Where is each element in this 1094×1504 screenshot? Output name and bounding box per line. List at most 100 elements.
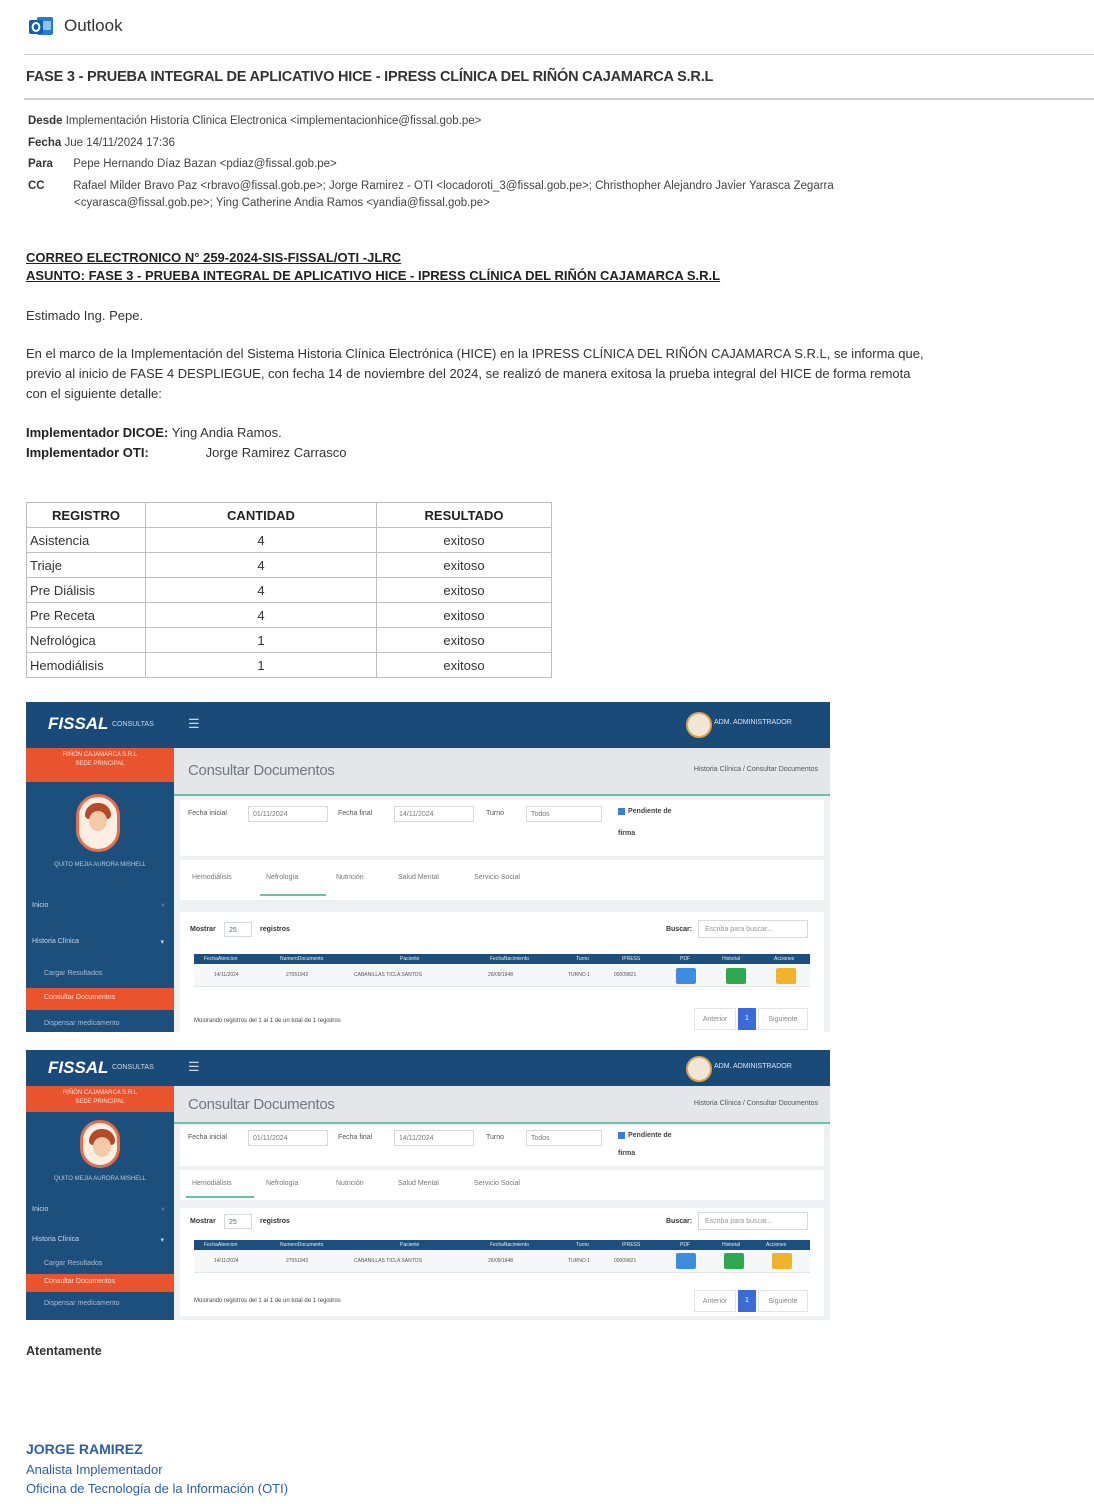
prev-page-button[interactable]: Anterior <box>694 1008 736 1030</box>
tab-servicio-social[interactable]: Servicio Social <box>474 874 520 881</box>
mostrar-label: Mostrar <box>190 1218 216 1225</box>
main-content: Consultar Documentos Historia Clínica / … <box>174 1086 830 1320</box>
closing-text: Atentamente <box>26 1344 102 1358</box>
breadcrumb[interactable]: Historia Clínica / Consultar Documentos <box>694 766 818 773</box>
active-tab-indicator <box>260 894 326 896</box>
next-page-button[interactable]: Siguiente <box>758 1008 808 1030</box>
sidebar-user-name: QUITO MEJIA AURORA MISHELL <box>54 862 146 868</box>
hamburger-icon[interactable]: ☰ <box>188 716 200 732</box>
sidebar-item-label: Consultar Documentos <box>44 1278 116 1285</box>
acciones-button[interactable] <box>772 1253 792 1269</box>
cc-row: CC Rafael Milder Bravo Paz <rbravo@fissa… <box>28 180 834 192</box>
fecha-final-input[interactable]: 14/11/2024 <box>394 806 474 822</box>
chevron-down-icon: ▾ <box>160 939 164 946</box>
breadcrumb[interactable]: Historia Clínica / Consultar Documentos <box>694 1100 818 1107</box>
tab-nutricion[interactable]: Nutrición <box>336 874 364 881</box>
hamburger-icon[interactable]: ☰ <box>188 1059 200 1075</box>
sidebar-item-label: Inicio <box>32 1206 49 1213</box>
documents-table-header: FechaAtencion NumeroDocumento Paciente F… <box>194 954 810 964</box>
tab-nefrologia[interactable]: Nefrología <box>266 874 298 881</box>
current-page-button[interactable]: 1 <box>738 1290 756 1312</box>
turno-select[interactable]: Todos <box>526 1130 602 1146</box>
sidebar-item-inicio[interactable]: Inicio › <box>32 1206 170 1213</box>
next-page-button[interactable]: Siguiente <box>758 1290 808 1312</box>
col-fecha-nacimiento: FechaNacimiento <box>490 956 529 962</box>
to-value[interactable]: Pepe Hernando Díaz Bazan <pdiaz@fissal.g… <box>73 158 337 170</box>
cell-resultado: exitoso <box>376 627 552 653</box>
cc-value-line2[interactable]: <cyarasca@fissal.gob.pe>; Ying Catherine… <box>74 197 490 209</box>
pendiente-checkbox[interactable] <box>618 808 625 815</box>
col-cantidad: CANTIDAD <box>145 502 377 528</box>
app-topbar: FISSAL CONSULTAS ☰ ADM. ADMINISTRADOR <box>26 1050 830 1086</box>
cell-documento: 27051942 <box>286 1258 309 1264</box>
sidebar-item-label: Consultar Documentos <box>44 994 116 1001</box>
to-row: Para Pepe Hernando Díaz Bazan <pdiaz@fis… <box>28 158 337 170</box>
tab-nutricion[interactable]: Nutrición <box>336 1180 364 1187</box>
acciones-button[interactable] <box>776 968 796 984</box>
current-page-button[interactable]: 1 <box>738 1008 756 1030</box>
cell-paciente: CABANILLAS TICLA SANTOS <box>354 972 422 978</box>
cell-paciente: CABANILLAS TICLA SANTOS <box>354 1258 422 1264</box>
col-ipress: IPRESS <box>622 1242 641 1248</box>
sidebar-item-dispensar[interactable]: Dispensar medicamento <box>44 1020 119 1027</box>
table-row: Pre Receta 4 exitoso <box>26 602 552 628</box>
col-fecha-atencion: FechaAtencion <box>204 956 238 962</box>
sidebar-item-label: Historia Clínica <box>32 938 80 945</box>
fecha-inicial-input[interactable]: 01/11/2024 <box>248 1130 328 1146</box>
historial-button[interactable] <box>724 1253 744 1269</box>
from-label: Desde <box>28 115 63 127</box>
tab-salud-mental[interactable]: Salud Mental <box>398 1180 439 1187</box>
signature-office: Oficina de Tecnología de la Información … <box>26 1481 289 1496</box>
cell-resultado: exitoso <box>376 527 552 553</box>
pendiente-checkbox[interactable] <box>618 1132 625 1139</box>
signature-role: Analista Implementador <box>26 1462 163 1477</box>
sidebar-item-label: Historia Clínica <box>32 1236 80 1243</box>
tab-hemodialisis[interactable]: Hemodiálisis <box>192 1180 232 1187</box>
historial-button[interactable] <box>726 968 746 984</box>
tab-salud-mental[interactable]: Salud Mental <box>398 874 439 881</box>
embedded-screenshot-1: FISSAL CONSULTAS ☰ ADM. ADMINISTRADOR RI… <box>26 702 830 1032</box>
page-size-select[interactable]: 25 <box>224 922 252 937</box>
title-bar: Consultar Documentos Historia Clínica / … <box>174 748 830 796</box>
turno-select[interactable]: Todos <box>526 806 602 822</box>
tab-hemodialisis[interactable]: Hemodiálisis <box>192 874 232 881</box>
fecha-inicial-input[interactable]: 01/11/2024 <box>248 806 328 822</box>
pdf-button[interactable] <box>676 1253 696 1269</box>
page-size-select[interactable]: 25 <box>224 1214 252 1229</box>
sidebar-item-inicio[interactable]: Inicio › <box>32 902 170 909</box>
implementer-oti: Implementador OTI: Jorge Ramirez Carrasc… <box>26 445 347 460</box>
prev-page-button[interactable]: Anterior <box>694 1290 736 1312</box>
sidebar-item-cargar-resultados[interactable]: Cargar Resultados <box>44 1260 102 1267</box>
sidebar-item-historia-clinica[interactable]: Historia Clínica ▾ <box>32 1236 170 1244</box>
header-divider <box>24 54 1094 55</box>
tab-servicio-social[interactable]: Servicio Social <box>474 1180 520 1187</box>
col-fecha-atencion: FechaAtencion <box>204 1242 238 1248</box>
cell-documento: 27051942 <box>286 972 309 978</box>
sidebar: RIÑÓN CAJAMARCA S.R.L SEDE PRINCIPAL QUI… <box>26 1086 174 1320</box>
cell-turno: TURNO 1 <box>568 1258 590 1264</box>
col-numero-documento: NumeroDocumento <box>280 956 324 962</box>
email-subject: FASE 3 - PRUEBA INTEGRAL DE APLICATIVO H… <box>26 69 714 85</box>
cell-nacimiento: 26/09/1948 <box>488 1258 514 1264</box>
sidebar-item-consultar-documentos[interactable]: Consultar Documentos <box>26 1274 174 1292</box>
col-fecha-nacimiento: FechaNacimiento <box>490 1242 529 1248</box>
registros-label: registros <box>260 926 290 933</box>
from-value[interactable]: Implementación Historia Clinica Electron… <box>66 115 482 127</box>
documents-table-header: FechaAtencion NumeroDocumento Paciente F… <box>194 1240 810 1250</box>
sidebar-item-cargar-resultados[interactable]: Cargar Resultados <box>44 970 102 977</box>
cell-cantidad: 4 <box>145 577 377 603</box>
cell-registro: Pre Diálisis <box>26 577 146 603</box>
pdf-button[interactable] <box>676 968 696 984</box>
col-historial: Historial <box>722 1242 741 1248</box>
sidebar-item-dispensar[interactable]: Dispensar medicamento <box>44 1300 119 1307</box>
sidebar-item-consultar-documentos[interactable]: Consultar Documentos <box>26 988 174 1010</box>
tab-nefrologia[interactable]: Nefrología <box>266 1180 298 1187</box>
pendiente-label-2: firma <box>618 1150 636 1157</box>
sidebar-item-historia-clinica[interactable]: Historia Clínica ▾ <box>32 938 170 946</box>
search-input[interactable]: Escriba para buscar... <box>698 920 808 938</box>
pendiente-label-1: Pendiente de <box>628 808 672 815</box>
fecha-final-input[interactable]: 14/11/2024 <box>394 1130 474 1146</box>
search-input[interactable]: Escriba para buscar... <box>698 1212 808 1230</box>
cc-value-line1[interactable]: Rafael Milder Bravo Paz <rbravo@fissal.g… <box>73 180 834 192</box>
col-paciente: Paciente <box>400 956 420 962</box>
